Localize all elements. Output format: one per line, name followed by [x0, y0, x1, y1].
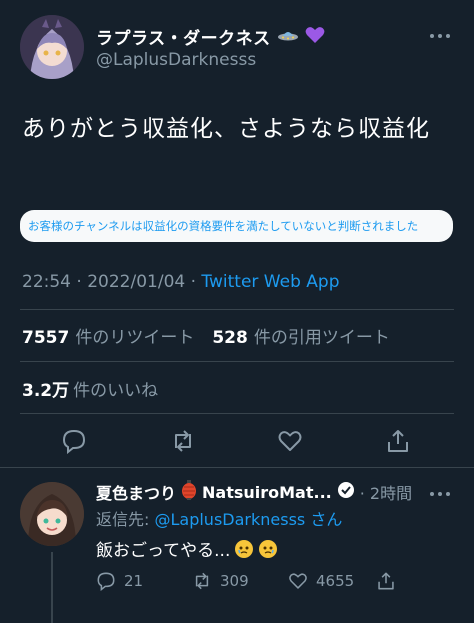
source-app-link[interactable]: Twitter Web App [201, 272, 339, 292]
embedded-message-text: お客様のチャンネルは収益化の資格要件を満たしていないと判断されました [28, 219, 419, 233]
reply-like-count: 4655 [316, 572, 355, 590]
avatar[interactable] [20, 482, 84, 546]
divider [20, 309, 454, 310]
avatar[interactable] [20, 15, 84, 79]
replying-to-handle[interactable]: @LaplusDarknesss [154, 510, 305, 529]
reply-actions: 21 309 4655 [96, 571, 396, 591]
holding-back-tears-emoji-icon [258, 539, 278, 559]
more-options-icon[interactable] [428, 28, 452, 44]
reply-like-action[interactable]: 4655 [288, 571, 376, 591]
divider [20, 361, 454, 362]
retweet-label[interactable]: 件のリツイート [75, 323, 194, 348]
lantern-icon [181, 480, 197, 504]
share-icon [378, 572, 394, 590]
reply-tweet[interactable]: 夏色まつり NatsuiroMat... · 2時間 返信先: @LaplusD… [0, 468, 474, 623]
reply-reply-action[interactable]: 21 [96, 571, 192, 591]
like-stats: 3.2万 件のいいね [22, 376, 158, 401]
separator-dot: · [71, 272, 88, 292]
embedded-message[interactable]: お客様のチャンネルは収益化の資格要件を満たしていないと判断されました [20, 210, 453, 242]
divider [20, 413, 454, 414]
handle[interactable]: @LaplusDarknesss [96, 50, 256, 70]
reply-icon[interactable] [61, 428, 87, 455]
replying-to: 返信先: @LaplusDarknesss さん [96, 506, 342, 530]
author-name-row: ラプラス・ダークネス [96, 24, 325, 49]
reply-display-name-rest[interactable]: NatsuiroMat... [202, 483, 332, 502]
tweet-time[interactable]: 22:54 [22, 272, 71, 292]
like-icon [289, 573, 307, 589]
engagement-stats: 7557 件のリツイート 528 件の引用ツイート [22, 323, 390, 348]
like-label[interactable]: 件のいいね [73, 376, 158, 401]
holding-back-tears-emoji-icon [234, 539, 254, 559]
purple-heart-icon [305, 26, 325, 48]
reply-display-name[interactable]: 夏色まつり [96, 480, 176, 504]
ufo-icon [277, 27, 299, 47]
tweet-date[interactable]: 2022/01/04 [87, 272, 185, 292]
timestamp-row: 22:54 · 2022/01/04 · Twitter Web App [22, 272, 339, 292]
retweet-count[interactable]: 7557 [22, 328, 69, 348]
reply-reply-count: 21 [124, 572, 144, 590]
retweet-icon[interactable] [170, 428, 196, 454]
more-options-icon[interactable] [428, 486, 452, 502]
reply-retweet-action[interactable]: 309 [192, 571, 288, 591]
display-name[interactable]: ラプラス・ダークネス [96, 24, 271, 49]
like-count[interactable]: 3.2万 [22, 376, 69, 401]
thread-line [51, 552, 53, 623]
replying-to-prefix: 返信先: [96, 510, 155, 529]
reply-text: 飯おごってやる... [96, 541, 231, 561]
like-icon[interactable] [277, 428, 303, 454]
reply-time[interactable]: · 2時間 [360, 480, 412, 504]
reply-text-row: 飯おごってやる... [96, 536, 278, 561]
separator-dot: · [185, 272, 202, 292]
quote-label[interactable]: 件の引用ツイート [254, 323, 390, 348]
reply-author-row: 夏色まつり NatsuiroMat... · 2時間 [96, 480, 412, 504]
reply-icon [97, 572, 115, 591]
tweet-actions [0, 428, 474, 455]
tweet-text: ありがとう収益化、さようなら収益化 [22, 116, 430, 142]
reply-share-action[interactable] [376, 571, 396, 591]
verified-badge-icon [337, 481, 355, 503]
retweet-icon [195, 572, 209, 590]
quote-count[interactable]: 528 [212, 328, 248, 348]
share-icon[interactable] [385, 428, 411, 454]
replying-to-suffix: さん [305, 510, 343, 529]
reply-retweet-count: 309 [220, 572, 249, 590]
